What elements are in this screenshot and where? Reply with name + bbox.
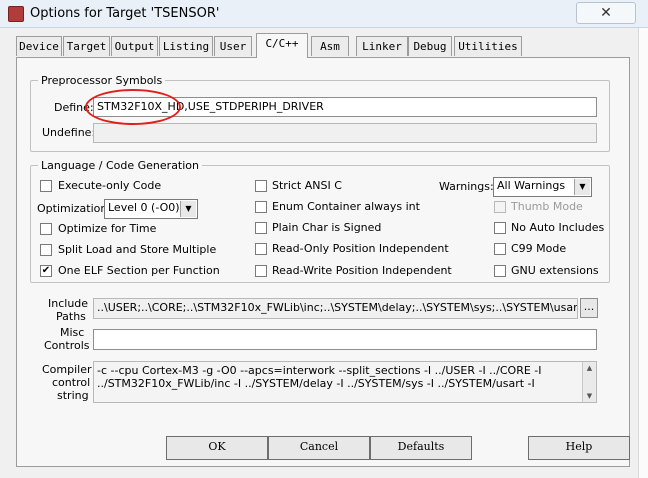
- tab-c-cpp[interactable]: C/C++: [256, 33, 308, 58]
- tab-user[interactable]: User: [214, 36, 252, 56]
- misc-controls-input[interactable]: [93, 329, 597, 350]
- plain-char-label: Plain Char is Signed: [272, 221, 382, 234]
- control-label: control: [52, 376, 91, 389]
- ropi-checkbox[interactable]: [255, 243, 267, 255]
- tab-output[interactable]: Output: [111, 36, 158, 56]
- cancel-button[interactable]: Cancel: [268, 436, 370, 460]
- chevron-down-icon: ▼: [574, 179, 590, 195]
- warnings-label: Warnings:: [439, 180, 494, 193]
- gnu-extensions-label: GNU extensions: [511, 264, 599, 277]
- optimization-select[interactable]: Level 0 (-O0) ▼: [104, 199, 198, 219]
- include-paths-input[interactable]: ..\USER;..\CORE;..\STM32F10x_FWLib\inc;.…: [93, 298, 578, 319]
- compiler-label: Compiler: [42, 363, 92, 376]
- strict-ansi-checkbox[interactable]: [255, 180, 267, 192]
- optimization-label: Optimization:: [37, 202, 112, 215]
- warnings-value: All Warnings: [497, 179, 566, 192]
- tab-asm[interactable]: Asm: [311, 36, 349, 56]
- enum-container-label: Enum Container always int: [272, 200, 420, 213]
- optimize-time-checkbox[interactable]: [40, 223, 52, 235]
- one-elf-label: One ELF Section per Function: [58, 264, 220, 277]
- background-window-edge: [638, 28, 648, 478]
- execute-only-label: Execute-only Code: [58, 179, 162, 192]
- controls-label: Controls: [44, 339, 90, 352]
- preprocessor-legend: Preprocessor Symbols: [38, 74, 166, 87]
- include-label: Include: [48, 297, 89, 310]
- rwpi-label: Read-Write Position Independent: [272, 264, 452, 277]
- split-load-label: Split Load and Store Multiple: [58, 243, 217, 256]
- no-auto-includes-checkbox[interactable]: [494, 222, 506, 234]
- tab-debug[interactable]: Debug: [408, 36, 452, 56]
- window-title: Options for Target 'TSENSOR': [30, 6, 220, 21]
- checkmark-icon: ✔: [41, 265, 51, 276]
- gnu-extensions-checkbox[interactable]: [494, 265, 506, 277]
- ropi-label: Read-Only Position Independent: [272, 242, 449, 255]
- tab-device[interactable]: Device: [16, 36, 62, 56]
- defaults-button[interactable]: Defaults: [370, 436, 472, 460]
- c99-mode-checkbox[interactable]: [494, 243, 506, 255]
- execute-only-checkbox[interactable]: [40, 180, 52, 192]
- language-legend: Language / Code Generation: [38, 159, 203, 172]
- undefine-input[interactable]: [93, 123, 597, 143]
- close-button[interactable]: ✕: [576, 2, 636, 24]
- misc-label: Misc: [60, 326, 85, 339]
- compiler-scrollbar[interactable]: ▲ ▼: [582, 362, 596, 402]
- c99-mode-label: C99 Mode: [511, 242, 567, 255]
- warnings-select[interactable]: All Warnings ▼: [493, 177, 592, 197]
- one-elf-checkbox[interactable]: ✔: [40, 265, 52, 277]
- tab-target[interactable]: Target: [63, 36, 110, 56]
- compiler-line-2: ../STM32F10x_FWLib/inc -I ../SYSTEM/dela…: [97, 377, 535, 390]
- rwpi-checkbox[interactable]: [255, 265, 267, 277]
- enum-container-checkbox[interactable]: [255, 201, 267, 213]
- ok-button[interactable]: OK: [166, 436, 268, 460]
- chevron-down-icon: ▼: [180, 201, 196, 217]
- no-auto-includes-label: No Auto Includes: [511, 221, 605, 234]
- annotation-ellipse: [85, 89, 181, 125]
- compiler-control-string: -c --cpu Cortex-M3 -g -O0 --apcs=interwo…: [93, 361, 597, 403]
- scroll-down-icon: ▼: [586, 392, 593, 400]
- thumb-mode-label: Thumb Mode: [511, 200, 583, 213]
- strict-ansi-label: Strict ANSI C: [272, 179, 342, 192]
- thumb-mode-checkbox[interactable]: [494, 201, 506, 213]
- plain-char-checkbox[interactable]: [255, 222, 267, 234]
- tab-listing[interactable]: Listing: [159, 36, 213, 56]
- help-button[interactable]: Help: [528, 436, 630, 460]
- optimize-time-label: Optimize for Time: [58, 222, 157, 235]
- browse-include-button[interactable]: ...: [580, 298, 598, 318]
- app-icon: [8, 6, 24, 22]
- compiler-line-1: -c --cpu Cortex-M3 -g -O0 --apcs=interwo…: [97, 364, 542, 377]
- undefine-label: Undefine:: [42, 126, 96, 139]
- tab-utilities[interactable]: Utilities: [454, 36, 522, 56]
- string-label: string: [57, 389, 89, 402]
- scroll-up-icon: ▲: [586, 364, 593, 372]
- optimization-value: Level 0 (-O0): [108, 201, 180, 214]
- tab-linker[interactable]: Linker: [356, 36, 408, 56]
- split-load-checkbox[interactable]: [40, 244, 52, 256]
- paths-label: Paths: [56, 310, 86, 323]
